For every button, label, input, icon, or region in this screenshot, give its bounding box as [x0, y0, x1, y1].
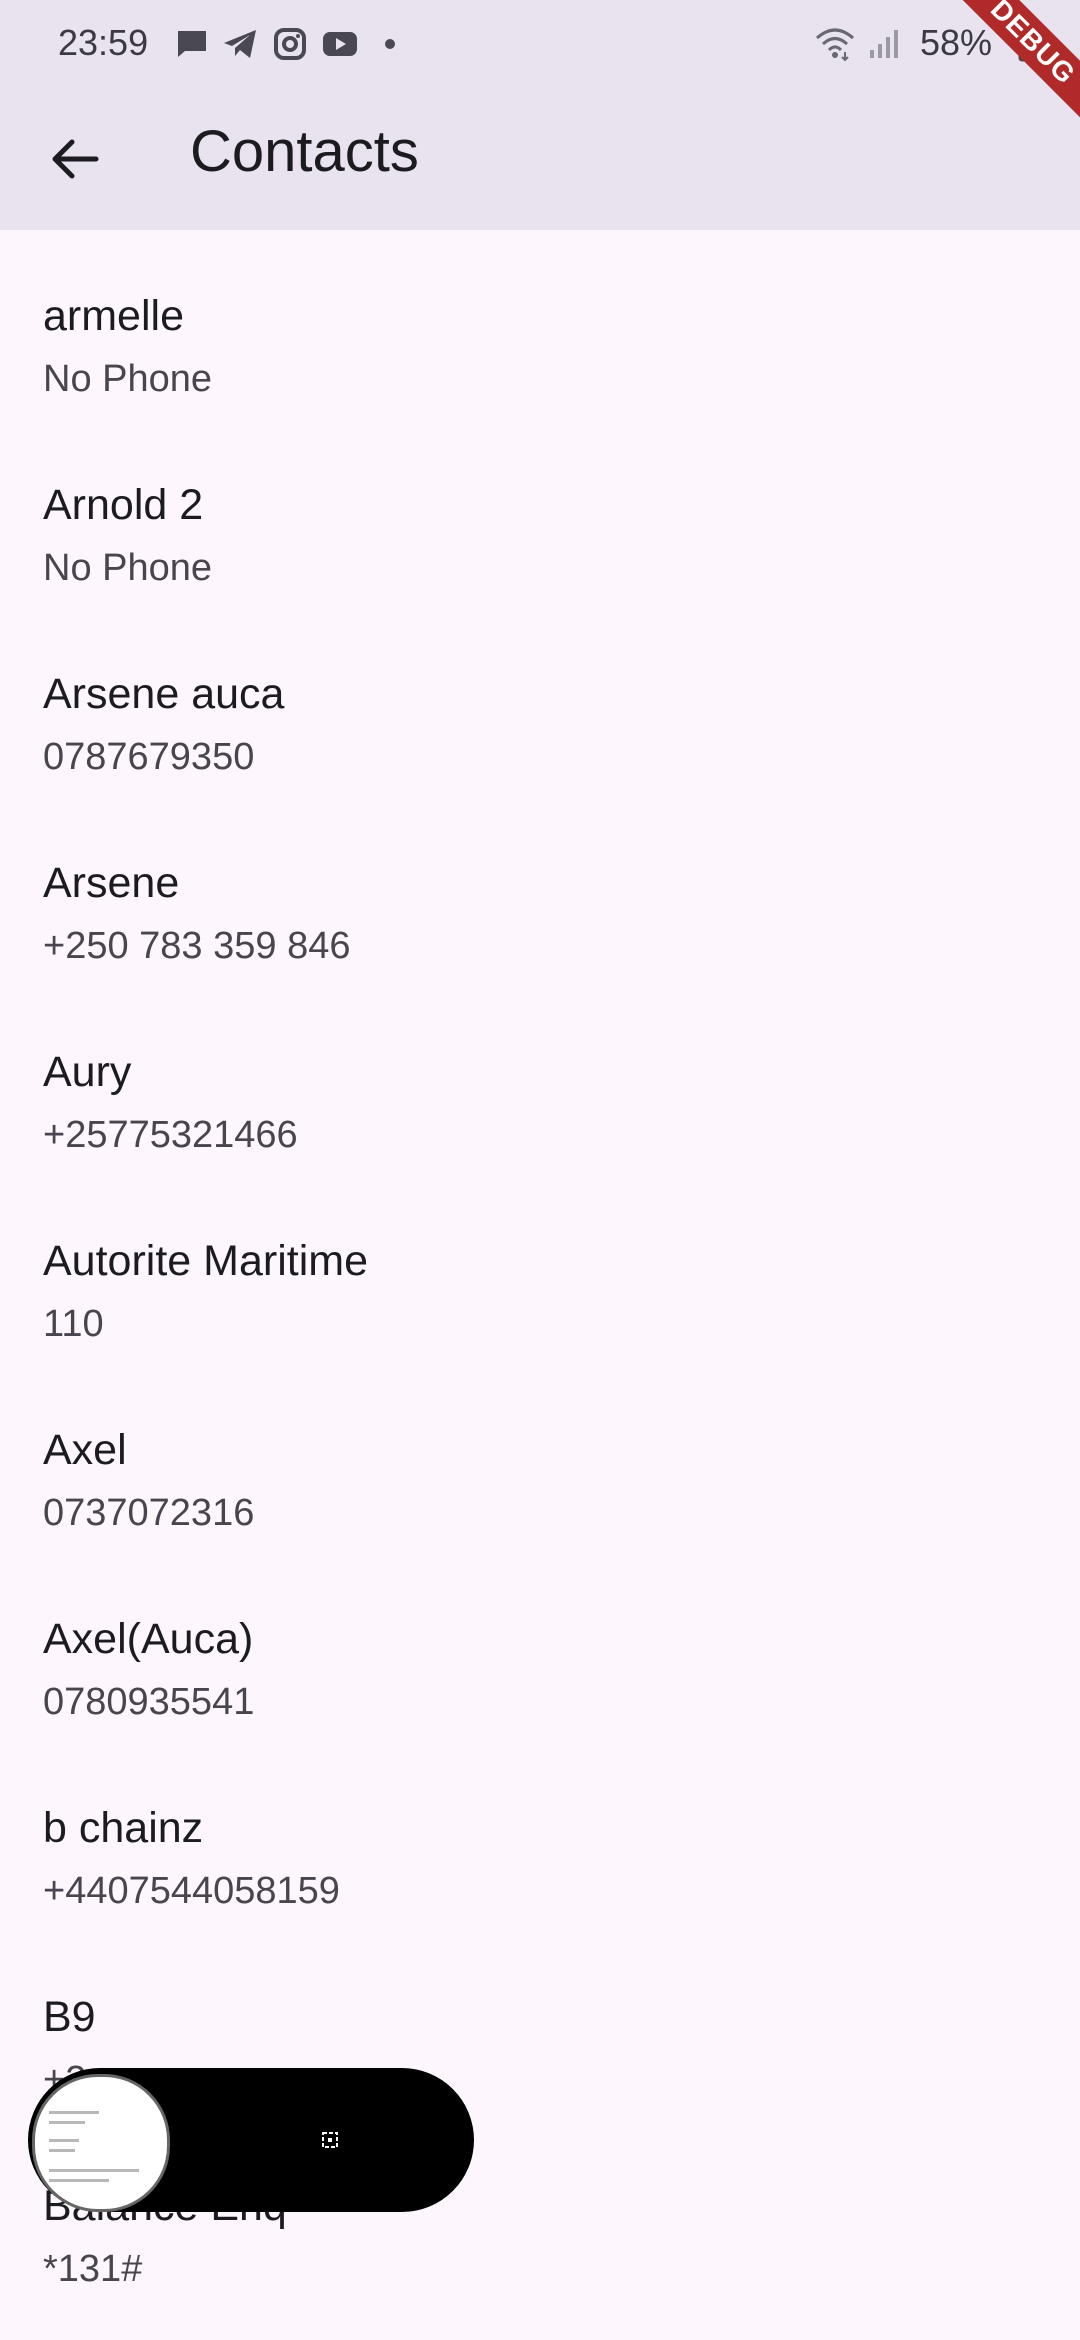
- thumbnail-text-line: [49, 2169, 139, 2172]
- wifi-icon: [816, 28, 854, 62]
- arrow-back-icon[interactable]: [40, 124, 110, 194]
- contact-name: Axel: [43, 1426, 127, 1474]
- contacts-list: armelle No Phone Arnold 2 No Phone Arsen…: [0, 230, 1080, 2309]
- thumbnail-text-line: [49, 2179, 109, 2182]
- contact-item[interactable]: Arnold 2 No Phone: [0, 419, 1080, 608]
- contact-phone: +25775321466: [43, 1114, 298, 1156]
- contact-phone: No Phone: [43, 547, 213, 589]
- contact-item[interactable]: Aury +25775321466: [0, 986, 1080, 1175]
- floating-overlay-bubble[interactable]: [28, 2068, 474, 2212]
- contact-phone: 110: [43, 1303, 104, 1345]
- overlay-thumbnail[interactable]: [32, 2074, 170, 2212]
- contact-phone: +4407544058159: [43, 1870, 340, 1912]
- focus-icon[interactable]: [322, 2132, 338, 2148]
- contact-phone: 0737072316: [43, 1492, 255, 1534]
- contact-item[interactable]: b chainz +4407544058159: [0, 1742, 1080, 1931]
- contact-phone: No Phone: [43, 358, 213, 400]
- contact-name: B9: [43, 1993, 96, 2041]
- contact-item[interactable]: Autorite Maritime 110: [0, 1175, 1080, 1364]
- contact-item[interactable]: armelle No Phone: [0, 230, 1080, 419]
- thumbnail-text-line: [49, 2121, 85, 2124]
- status-bar: 23:59 58%: [0, 0, 1080, 88]
- contact-name: armelle: [43, 292, 184, 340]
- contact-item[interactable]: Axel(Auca) 0780935541: [0, 1553, 1080, 1742]
- battery-percentage: 58%: [920, 22, 993, 63]
- contact-phone: *131#: [43, 2248, 143, 2290]
- contact-name: Aury: [43, 1048, 132, 1096]
- status-time: 23:59: [58, 22, 149, 63]
- contact-phone: 0787679350: [43, 736, 255, 778]
- thumbnail-text-line: [49, 2111, 99, 2114]
- youtube-icon: [323, 32, 357, 56]
- contact-name: Arnold 2: [43, 481, 204, 529]
- contact-name: Arsene: [43, 859, 180, 907]
- contact-phone: +250 783 359 846: [43, 925, 351, 967]
- contact-name: Autorite Maritime: [43, 1237, 368, 1285]
- instagram-icon: [274, 28, 306, 60]
- dot-icon: [385, 39, 395, 49]
- contact-item[interactable]: Axel 0737072316: [0, 1364, 1080, 1553]
- contact-name: b chainz: [43, 1804, 204, 1852]
- contact-name: Arsene auca: [43, 670, 285, 718]
- contact-item[interactable]: Arsene +250 783 359 846: [0, 797, 1080, 986]
- page-title: Contacts: [190, 119, 419, 184]
- contact-phone: 0780935541: [43, 1681, 255, 1723]
- thumbnail-text-line: [49, 2149, 75, 2152]
- thumbnail-text-line: [49, 2139, 79, 2142]
- telegram-icon: [224, 30, 256, 58]
- signal-icon: [870, 30, 898, 58]
- message-icon: [178, 31, 206, 57]
- app-bar: Contacts: [0, 88, 1080, 230]
- contact-item[interactable]: Arsene auca 0787679350: [0, 608, 1080, 797]
- top-bar: 23:59 58% DEBUG Contacts: [0, 0, 1080, 230]
- contact-name: Axel(Auca): [43, 1615, 254, 1663]
